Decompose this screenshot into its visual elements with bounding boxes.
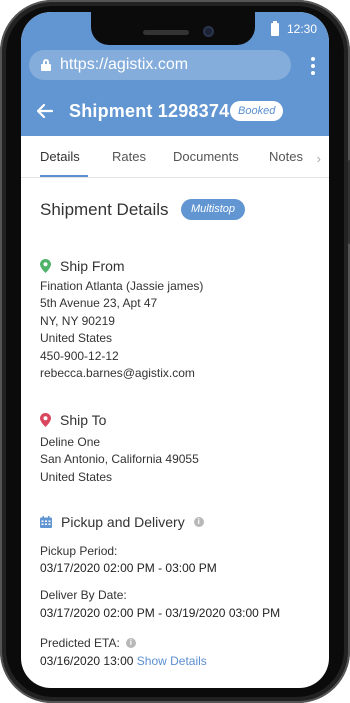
address-line: United States: [40, 331, 113, 346]
notch: [91, 12, 255, 45]
tab-bar: Details Rates Documents Notes ›: [21, 136, 329, 178]
page-title: Shipment 1298374: [69, 101, 230, 121]
info-icon[interactable]: i: [125, 638, 136, 648]
pickup-delivery-heading: Pickup and Delivery i: [40, 514, 204, 530]
ship-to-address: Deline One San Antonio, California 49055…: [40, 434, 199, 486]
ship-to-label: Ship To: [60, 412, 107, 428]
ship-to-heading: Ship To: [40, 412, 106, 428]
deliver-by-label: Deliver By Date:: [40, 588, 127, 602]
info-icon[interactable]: i: [193, 517, 204, 527]
app-header: Shipment 1298374 Booked: [21, 86, 329, 136]
more-vert-icon[interactable]: [311, 57, 315, 75]
ship-from-address: Fination Atlanta (Jassie james) 5th Aven…: [40, 278, 203, 382]
section-title: Shipment Details: [40, 200, 169, 219]
phone-number: 450-900-12-12: [40, 348, 119, 363]
ship-from-heading: Ship From: [40, 258, 125, 274]
back-arrow-icon[interactable]: [37, 104, 53, 118]
active-tab-indicator: [40, 175, 88, 177]
screen: 12:30 https://agistix.com Shipment 12983…: [21, 12, 329, 688]
map-pin-icon: [40, 413, 51, 427]
address-line: Fination Atlanta (Jassie james): [40, 279, 204, 293]
shipment-details: Shipment Details Multistop Ship From Fin…: [21, 178, 329, 688]
tab-notes[interactable]: Notes: [269, 149, 303, 164]
chevron-right-icon[interactable]: ›: [317, 151, 321, 166]
predicted-eta-label: Predicted ETA:: [40, 636, 120, 650]
pickup-period-label: Pickup Period:: [40, 544, 118, 558]
address-line: 5th Avenue 23, Apt 47: [40, 296, 158, 311]
predicted-eta-value: 03/16/2020 13:00: [40, 654, 134, 668]
lock-icon: [41, 59, 51, 71]
address-line: San Antonio, California 49055: [40, 452, 199, 467]
pickup-period-value: 03/17/2020 02:00 PM - 03:00 PM: [40, 561, 217, 575]
email-address: rebecca.barnes@agistix.com: [40, 366, 195, 381]
status-badge: Booked: [230, 101, 284, 121]
calendar-icon: [40, 516, 52, 528]
predicted-eta-row: Predicted ETA: i: [40, 636, 136, 650]
deliver-by-value: 03/17/2020 02:00 PM - 03/19/2020 03:00 P…: [40, 606, 281, 620]
ship-from-label: Ship From: [60, 258, 125, 274]
phone-frame: 12:30 https://agistix.com Shipment 12983…: [0, 0, 350, 703]
tab-details[interactable]: Details: [40, 149, 80, 164]
speaker: [143, 30, 189, 35]
battery-icon: [270, 20, 279, 36]
multistop-badge: Multistop: [181, 199, 246, 220]
browser-bar: https://agistix.com: [21, 48, 329, 86]
address-line: United States: [40, 469, 113, 484]
pickup-delivery-label: Pickup and Delivery: [61, 514, 185, 530]
url-text: https://agistix.com: [60, 56, 189, 73]
show-details-link[interactable]: Show Details: [137, 654, 207, 668]
predicted-eta-value-row: 03/16/2020 13:00 Show Details: [40, 654, 207, 668]
status-time: 12:30: [286, 22, 317, 36]
map-pin-icon: [40, 259, 51, 273]
tab-rates[interactable]: Rates: [112, 149, 146, 164]
address-bar[interactable]: https://agistix.com: [29, 50, 291, 80]
tab-documents[interactable]: Documents: [173, 149, 239, 164]
address-line: Deline One: [40, 435, 101, 449]
address-line: NY, NY 90219: [40, 313, 115, 328]
camera: [203, 26, 214, 37]
